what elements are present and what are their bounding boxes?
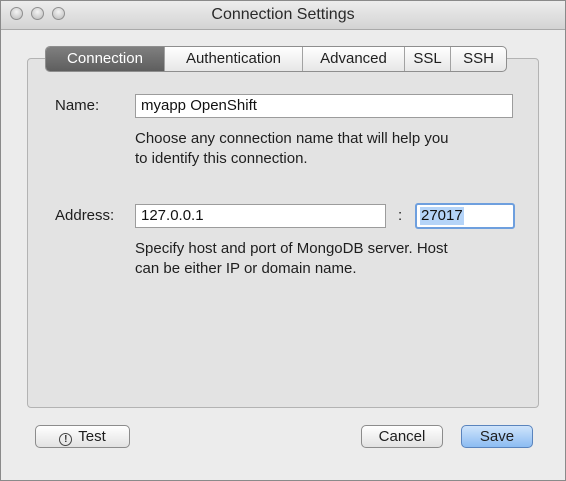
connection-settings-window: Connection Settings Connection Authentic… — [0, 0, 566, 481]
host-input[interactable]: 127.0.0.1 — [135, 204, 386, 228]
tab-authentication[interactable]: Authentication — [164, 47, 302, 71]
test-button[interactable]: ! Test — [35, 425, 130, 448]
name-label: Name: — [55, 97, 100, 114]
port-input[interactable]: 27017 — [415, 203, 515, 229]
title-bar: Connection Settings — [1, 1, 565, 30]
info-icon: ! — [59, 433, 73, 446]
tab-ssh[interactable]: SSH — [450, 47, 506, 71]
test-button-label: Test — [78, 428, 106, 445]
window-title: Connection Settings — [211, 6, 355, 23]
tab-ssl[interactable]: SSL — [404, 47, 450, 71]
address-help-line-2: can be either IP or domain name. — [135, 260, 357, 277]
connection-name-input[interactable]: myapp OpenShift — [135, 94, 513, 118]
name-help-line-1: Choose any connection name that will hel… — [135, 130, 449, 147]
settings-tab-bar: Connection Authentication Advanced SSL S… — [45, 46, 507, 72]
port-separator: : — [398, 207, 403, 224]
name-help-line-2: to identify this connection. — [135, 150, 308, 167]
cancel-button[interactable]: Cancel — [361, 425, 443, 448]
tab-connection[interactable]: Connection — [46, 47, 164, 71]
address-label: Address: — [55, 207, 115, 224]
save-button[interactable]: Save — [461, 425, 533, 448]
address-help-line-1: Specify host and port of MongoDB server.… — [135, 240, 448, 257]
tab-advanced[interactable]: Advanced — [302, 47, 404, 71]
port-value: 27017 — [420, 207, 464, 225]
